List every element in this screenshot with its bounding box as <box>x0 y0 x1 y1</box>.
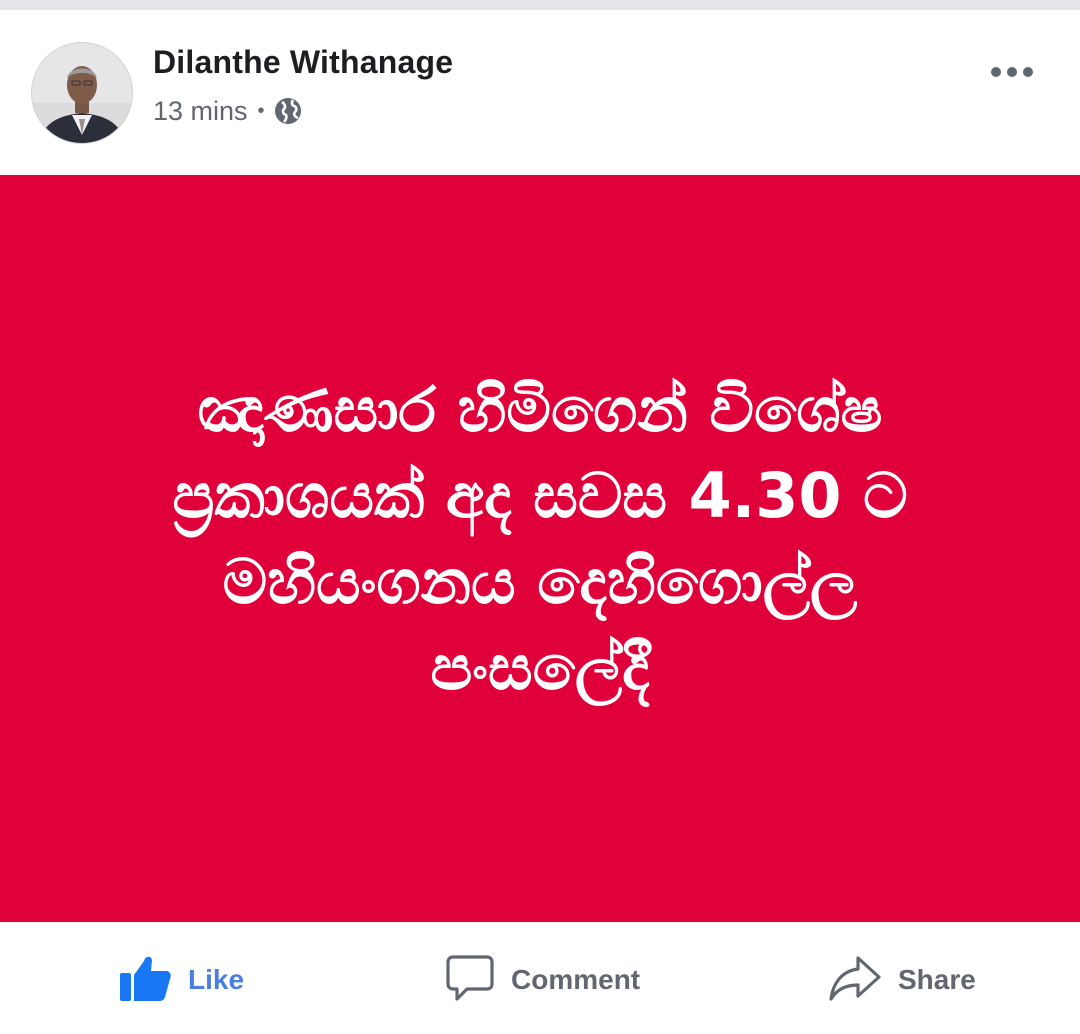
more-options-icon[interactable] <box>986 58 1038 86</box>
top-divider <box>0 0 1080 10</box>
like-label: Like <box>188 964 245 995</box>
post-meta: 13 mins • <box>153 94 303 128</box>
author-avatar[interactable] <box>32 43 132 143</box>
globe-icon[interactable] <box>273 96 303 126</box>
share-button[interactable]: Share <box>828 952 976 1008</box>
comment-label: Comment <box>511 964 641 995</box>
thumbs-up-icon <box>118 953 172 1008</box>
post-actions-bar: Like Comment Share <box>0 922 1080 1034</box>
avatar-photo <box>32 43 132 143</box>
post-header: Dilanthe Withanage 13 mins • <box>0 10 1080 175</box>
post-content-background: ඤාණසාර හිමිගෙන් විශේෂ ප්‍රකාශයක් අද සවස … <box>0 175 1080 922</box>
meta-separator: • <box>257 99 265 122</box>
like-button[interactable]: Like <box>118 952 244 1008</box>
post-body-text: ඤාණසාර හිමිගෙන් විශේෂ ප්‍රකාශයක් අද සවස … <box>172 372 908 704</box>
share-label: Share <box>898 964 976 995</box>
post-timestamp[interactable]: 13 mins <box>153 96 248 127</box>
comment-button[interactable]: Comment <box>445 952 640 1008</box>
comment-bubble-icon <box>445 953 495 1008</box>
share-arrow-icon <box>828 953 882 1008</box>
author-name[interactable]: Dilanthe Withanage <box>153 44 453 81</box>
